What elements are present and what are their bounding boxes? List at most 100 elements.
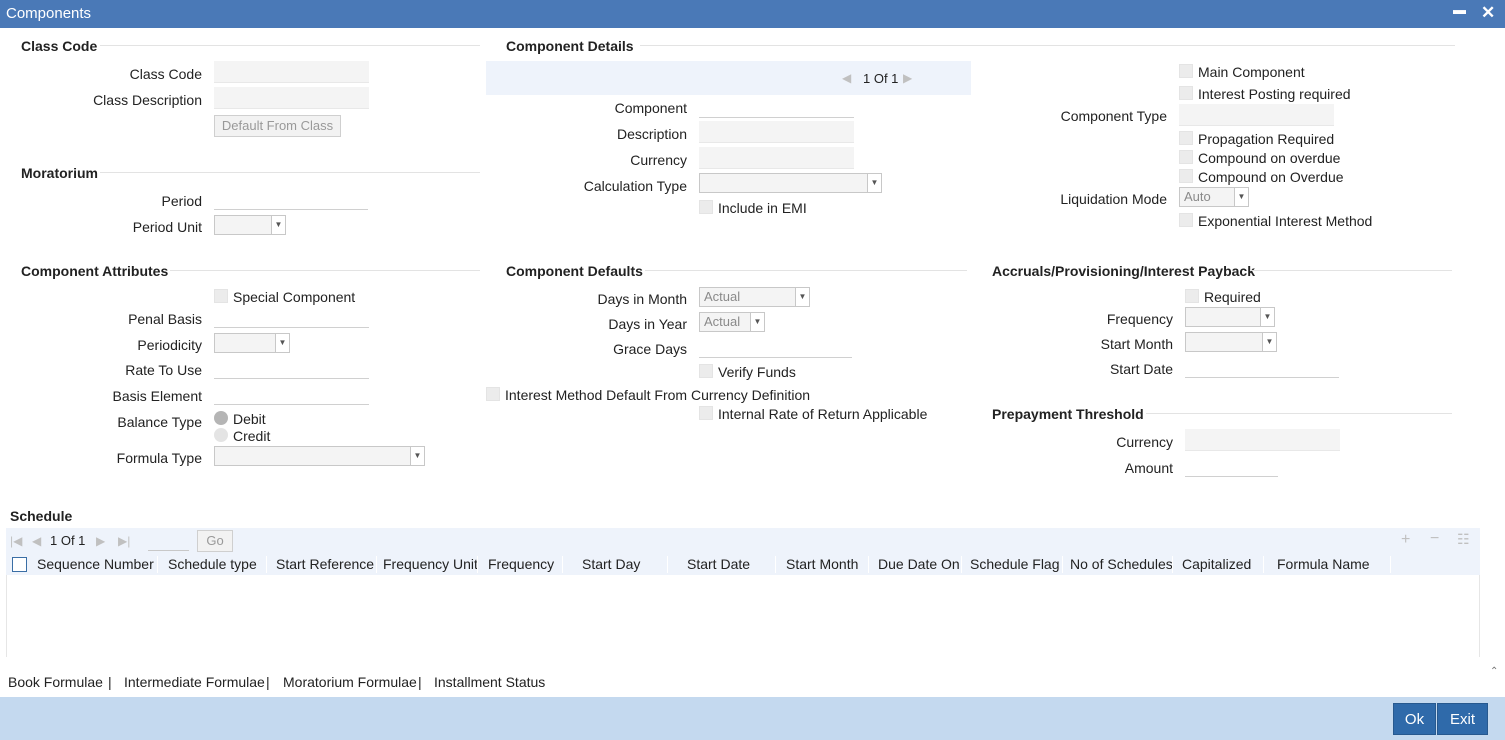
divider (1250, 270, 1452, 271)
days-in-month-select[interactable]: Actual ▼ (699, 287, 810, 307)
select-all-checkbox[interactable] (12, 557, 27, 572)
accruals-section-title: Accruals/Provisioning/Interest Payback (992, 263, 1255, 279)
currency-field[interactable] (699, 147, 854, 169)
accruals-start-date-field[interactable] (1185, 356, 1339, 378)
schedule-table-header: Sequence Number Schedule type Start Refe… (6, 554, 1480, 575)
grace-days-field[interactable] (699, 336, 852, 358)
col-no-of-schedules[interactable]: No of Schedules (1070, 556, 1173, 572)
liquidation-mode-label: Liquidation Mode (1060, 191, 1167, 207)
main-component-checkbox[interactable] (1179, 64, 1193, 78)
col-frequency[interactable]: Frequency (488, 556, 554, 572)
formula-type-label: Formula Type (116, 450, 202, 466)
period-unit-select[interactable]: ▼ (214, 215, 286, 235)
close-icon[interactable]: ✕ (1481, 3, 1495, 23)
interest-method-default-checkbox[interactable] (486, 387, 500, 401)
class-code-field[interactable] (214, 61, 369, 83)
compound-on-overdue-2-checkbox[interactable] (1179, 169, 1193, 183)
minimize-icon[interactable]: ▬ (1453, 2, 1466, 17)
compound-on-overdue-checkbox[interactable] (1179, 150, 1193, 164)
first-page-icon[interactable]: |◀ (10, 534, 22, 548)
compound-on-overdue-label: Compound on overdue (1198, 150, 1341, 166)
installment-status-link[interactable]: Installment Status (434, 674, 545, 690)
irr-applicable-checkbox[interactable] (699, 406, 713, 420)
accruals-required-checkbox[interactable] (1185, 289, 1199, 303)
remove-row-icon[interactable]: − (1430, 530, 1439, 548)
accruals-frequency-select[interactable]: ▼ (1185, 307, 1275, 327)
divider (645, 270, 967, 271)
col-start-month[interactable]: Start Month (786, 556, 858, 572)
propagation-required-checkbox[interactable] (1179, 131, 1193, 145)
col-sequence-number[interactable]: Sequence Number (37, 556, 154, 572)
liquidation-mode-select[interactable]: Auto ▼ (1179, 187, 1249, 207)
col-divider (1172, 556, 1173, 573)
divider (100, 45, 480, 46)
prepayment-amount-field[interactable] (1185, 455, 1278, 477)
previous-page-icon[interactable]: ◀ (32, 534, 41, 548)
next-icon[interactable]: ▶ (903, 71, 912, 85)
component-field[interactable] (699, 96, 854, 118)
credit-label: Credit (233, 428, 271, 444)
exponential-interest-label: Exponential Interest Method (1198, 213, 1373, 229)
resize-icon[interactable]: ⌃ (1490, 666, 1498, 677)
ok-button[interactable]: Ok (1393, 703, 1436, 735)
default-from-class-button[interactable]: Default From Class (214, 115, 341, 137)
exit-button[interactable]: Exit (1437, 703, 1488, 735)
col-formula-name[interactable]: Formula Name (1277, 556, 1370, 572)
calculation-type-select[interactable]: ▼ (699, 173, 882, 193)
exponential-interest-checkbox[interactable] (1179, 213, 1193, 227)
col-frequency-unit[interactable]: Frequency Unit (383, 556, 478, 572)
col-schedule-type[interactable]: Schedule type (168, 556, 257, 572)
penal-basis-field[interactable] (214, 306, 369, 328)
class-description-field[interactable] (214, 87, 369, 109)
prepayment-currency-field[interactable] (1185, 429, 1340, 451)
title-bar: Components ▬ ✕ (0, 0, 1505, 28)
special-component-checkbox[interactable] (214, 289, 228, 303)
component-type-field[interactable] (1179, 104, 1334, 126)
col-divider (376, 556, 377, 573)
calculation-type-label: Calculation Type (583, 178, 687, 194)
col-divider (266, 556, 267, 573)
go-button[interactable]: Go (197, 530, 233, 552)
period-field[interactable] (214, 188, 368, 210)
col-due-date-on[interactable]: Due Date On (878, 556, 960, 572)
col-start-reference[interactable]: Start Reference (276, 556, 374, 572)
moratorium-formulae-link[interactable]: Moratorium Formulae (283, 674, 417, 690)
chevron-down-icon: ▼ (271, 216, 285, 234)
basis-element-field[interactable] (214, 383, 369, 405)
prepayment-amount-label: Amount (1124, 460, 1173, 476)
intermediate-formulae-link[interactable]: Intermediate Formulae (124, 674, 265, 690)
last-page-icon[interactable]: ▶| (118, 534, 130, 548)
rate-to-use-field[interactable] (214, 357, 369, 379)
prepayment-section-title: Prepayment Threshold (992, 406, 1144, 422)
basis-element-label: Basis Element (112, 388, 202, 404)
include-in-emi-checkbox[interactable] (699, 200, 713, 214)
period-unit-label: Period Unit (132, 219, 202, 235)
description-field[interactable] (699, 121, 854, 143)
col-divider (775, 556, 776, 573)
previous-icon[interactable]: ◀ (842, 71, 851, 85)
col-capitalized[interactable]: Capitalized (1182, 556, 1251, 572)
schedule-page-indicator: 1 Of 1 (50, 533, 86, 548)
col-divider (667, 556, 668, 573)
chevron-down-icon: ▼ (867, 174, 881, 192)
page-number-input[interactable] (148, 531, 189, 551)
col-schedule-flag[interactable]: Schedule Flag (970, 556, 1060, 572)
add-row-icon[interactable]: + (1401, 531, 1410, 549)
verify-funds-checkbox[interactable] (699, 364, 713, 378)
debit-label: Debit (233, 411, 266, 427)
col-start-day[interactable]: Start Day (582, 556, 640, 572)
credit-radio[interactable] (214, 428, 228, 442)
next-page-icon[interactable]: ▶ (96, 534, 105, 548)
interest-posting-checkbox[interactable] (1179, 86, 1193, 100)
formula-type-select[interactable]: ▼ (214, 446, 425, 466)
book-formulae-link[interactable]: Book Formulae (8, 674, 103, 690)
debit-radio[interactable] (214, 411, 228, 425)
propagation-required-label: Propagation Required (1198, 131, 1335, 147)
col-start-date[interactable]: Start Date (687, 556, 750, 572)
view-columns-icon[interactable]: ☷ (1457, 531, 1470, 548)
days-in-year-select[interactable]: Actual ▼ (699, 312, 765, 332)
irr-applicable-label: Internal Rate of Return Applicable (718, 406, 928, 422)
accruals-start-month-select[interactable]: ▼ (1185, 332, 1277, 352)
accruals-start-month-label: Start Month (1100, 336, 1173, 352)
periodicity-select[interactable]: ▼ (214, 333, 290, 353)
